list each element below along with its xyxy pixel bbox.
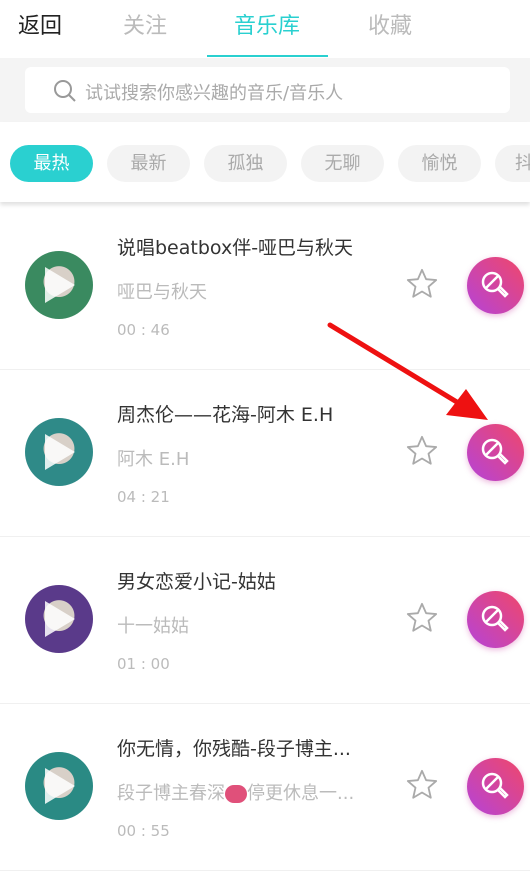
play-icon[interactable] — [45, 434, 75, 470]
song-cover[interactable] — [25, 251, 93, 319]
song-duration: 00 : 46 — [117, 321, 170, 339]
song-row[interactable]: 周杰伦——花海-阿木 E.H 阿木 E.H 04 : 21 — [0, 370, 530, 537]
tab-follow[interactable]: 关注 — [123, 8, 167, 40]
chip-more[interactable]: 抖 — [495, 145, 530, 182]
song-artist: 哑巴与秋天 — [117, 278, 207, 304]
chip-newest[interactable]: 最新 — [107, 145, 190, 182]
star-icon[interactable] — [405, 267, 439, 301]
star-icon[interactable] — [405, 601, 439, 635]
tab-favorites[interactable]: 收藏 — [368, 8, 412, 40]
artist-name-suffix: 停更休息一... — [247, 783, 355, 804]
microphone-icon — [481, 438, 509, 465]
artist-name: 十一姑姑 — [117, 616, 189, 637]
microphone-icon — [481, 772, 509, 799]
search-icon — [54, 80, 76, 102]
chip-hottest[interactable]: 最热 — [10, 145, 93, 182]
category-chips: 最热 最新 孤独 无聊 愉悦 抖 — [0, 122, 530, 202]
artist-name: 段子博主春深 — [117, 783, 225, 804]
song-duration: 04 : 21 — [117, 488, 170, 506]
song-row[interactable]: 你无情，你残酷-段子博主... 段子博主春深 停更休息一... 00 : 55 — [0, 704, 530, 871]
play-icon[interactable] — [45, 768, 75, 804]
karaoke-button[interactable] — [467, 257, 524, 314]
karaoke-button[interactable] — [467, 591, 524, 648]
song-title: 说唱beatbox伴-哑巴与秋天 — [117, 237, 354, 259]
search-placeholder: 试试搜索你感兴趣的音乐/音乐人 — [85, 83, 344, 104]
song-artist: 段子博主春深 停更休息一... — [117, 779, 354, 805]
play-icon[interactable] — [45, 601, 75, 637]
song-title: 男女恋爱小记-姑姑 — [117, 571, 276, 593]
back-button[interactable]: 返回 — [18, 8, 62, 40]
microphone-icon — [481, 271, 509, 298]
search-input[interactable]: 试试搜索你感兴趣的音乐/音乐人 — [25, 67, 510, 113]
song-artist: 阿木 E.H — [117, 445, 189, 471]
song-row[interactable]: 男女恋爱小记-姑姑 十一姑姑 01 : 00 — [0, 537, 530, 704]
artist-name: 阿木 E.H — [117, 449, 190, 470]
play-icon[interactable] — [45, 267, 75, 303]
karaoke-button[interactable] — [467, 424, 524, 481]
chip-joyful[interactable]: 愉悦 — [398, 145, 481, 182]
star-icon[interactable] — [405, 434, 439, 468]
song-duration: 00 : 55 — [117, 822, 170, 840]
chip-lonely[interactable]: 孤独 — [204, 145, 287, 182]
song-title: 你无情，你残酷-段子博主... — [117, 738, 351, 760]
top-nav: 返回 关注 音乐库 收藏 — [0, 0, 530, 58]
song-title: 周杰伦——花海-阿木 E.H — [117, 404, 334, 426]
song-cover[interactable] — [25, 752, 93, 820]
artist-name: 哑巴与秋天 — [117, 282, 207, 303]
karaoke-button[interactable] — [467, 758, 524, 815]
microphone-icon — [481, 605, 509, 632]
song-duration: 01 : 00 — [117, 655, 170, 673]
active-tab-indicator — [207, 55, 328, 57]
pig-emoji-icon — [225, 785, 247, 803]
star-icon[interactable] — [405, 768, 439, 802]
song-row[interactable]: 说唱beatbox伴-哑巴与秋天 哑巴与秋天 00 : 46 — [0, 203, 530, 370]
song-artist: 十一姑姑 — [117, 612, 189, 638]
tab-music-library[interactable]: 音乐库 — [234, 8, 300, 40]
song-cover[interactable] — [25, 585, 93, 653]
song-cover[interactable] — [25, 418, 93, 486]
chip-bored[interactable]: 无聊 — [301, 145, 384, 182]
